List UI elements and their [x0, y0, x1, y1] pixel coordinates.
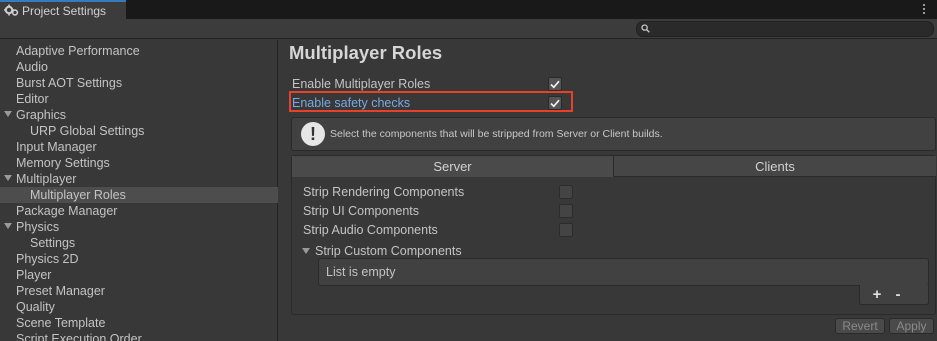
tab-title: Project Settings — [22, 3, 107, 18]
info-helpbox: ! Select the components that will be str… — [291, 117, 936, 151]
strip-custom-label[interactable]: Strip Custom Components — [315, 244, 462, 258]
list-empty-text: List is empty — [326, 265, 396, 279]
project-settings-tab[interactable]: Project Settings — [0, 0, 126, 19]
info-exclamation-icon: ! — [301, 122, 325, 146]
sidebar-item-label: URP Global Settings — [30, 124, 145, 138]
enable-multiplayer-roles-checkbox[interactable] — [548, 77, 562, 91]
expand-arrow-icon[interactable] — [4, 111, 12, 117]
sidebar-item-label: Player — [16, 268, 52, 282]
sidebar-item-script-execution-order[interactable]: Script Execution Order — [0, 331, 278, 341]
sidebar-item-input-manager[interactable]: Input Manager — [0, 139, 278, 155]
expand-arrow-icon[interactable] — [4, 175, 12, 181]
sidebar-item-label: Input Manager — [16, 140, 97, 154]
checkmark-icon — [550, 99, 560, 108]
search-icon — [641, 22, 650, 36]
add-item-button[interactable]: + — [870, 286, 884, 303]
sidebar-item-label: Package Manager — [16, 204, 118, 218]
remove-item-button[interactable]: - — [891, 286, 905, 303]
enable-safety-checks-checkbox[interactable] — [548, 96, 562, 110]
expand-arrow-icon[interactable] — [4, 223, 12, 229]
page-title: Multiplayer Roles — [289, 42, 443, 63]
revert-button[interactable]: Revert — [835, 318, 885, 334]
apply-button[interactable]: Apply — [889, 318, 934, 334]
sidebar-item-adaptive-performance[interactable]: Adaptive Performance — [0, 43, 278, 59]
sidebar-item-label: Editor — [16, 92, 49, 106]
sidebar-item-graphics[interactable]: Graphics — [0, 107, 278, 123]
more-options-icon[interactable] — [921, 1, 927, 17]
sidebar-item-label: Scene Template — [16, 316, 106, 330]
strip-ui-label: Strip UI Components — [303, 204, 420, 218]
sidebar-item-label: Settings — [30, 236, 76, 250]
sidebar-item-package-manager[interactable]: Package Manager — [0, 203, 278, 219]
sidebar-item-editor[interactable]: Editor — [0, 91, 278, 107]
settings-content: Multiplayer Roles Enable Multiplayer Rol… — [279, 40, 937, 341]
sidebar-item-label: Physics 2D — [16, 252, 79, 266]
sidebar-item-urp-global[interactable]: URP Global Settings — [0, 123, 278, 139]
sidebar-item-quality[interactable]: Quality — [0, 299, 278, 315]
enable-safety-checks-label: Enable safety checks — [292, 96, 411, 110]
sidebar-item-audio[interactable]: Audio — [0, 59, 278, 75]
sidebar-item-preset-manager[interactable]: Preset Manager — [0, 283, 278, 299]
sidebar-item-physics-2d[interactable]: Physics 2D — [0, 251, 278, 267]
sidebar-item-burst-aot[interactable]: Burst AOT Settings — [0, 75, 278, 91]
strip-components-panel: Server Clients Strip Rendering Component… — [291, 155, 936, 315]
foldout-arrow-icon[interactable] — [302, 248, 310, 254]
sidebar-item-label: Memory Settings — [16, 156, 110, 170]
enable-multiplayer-roles-label: Enable Multiplayer Roles — [292, 77, 431, 91]
window-tab-bar: Project Settings — [0, 0, 937, 19]
custom-components-list[interactable]: List is empty — [318, 258, 929, 286]
sidebar-item-label: Audio — [16, 60, 48, 74]
sidebar-item-label: Script Execution Order — [16, 332, 142, 341]
toolbar — [0, 19, 937, 39]
strip-audio-label: Strip Audio Components — [303, 223, 438, 237]
sidebar-item-player[interactable]: Player — [0, 267, 278, 283]
sidebar-item-label: Preset Manager — [16, 284, 105, 298]
search-input[interactable] — [653, 23, 923, 35]
sidebar-item-physics[interactable]: Physics — [0, 219, 278, 235]
sidebar-item-label: Multiplayer — [16, 172, 77, 186]
tab-server[interactable]: Server — [292, 156, 614, 177]
strip-rendering-label: Strip Rendering Components — [303, 185, 465, 199]
list-add-remove-bar: + - — [859, 285, 929, 305]
search-field[interactable] — [636, 21, 934, 37]
settings-sidebar: Adaptive Performance Audio Burst AOT Set… — [0, 40, 278, 341]
strip-audio-checkbox[interactable] — [559, 223, 573, 237]
sidebar-item-label: Graphics — [16, 108, 67, 122]
sidebar-item-label: Physics — [16, 220, 60, 234]
sidebar-item-label: Multiplayer Roles — [30, 188, 126, 202]
help-text: Select the components that will be strip… — [330, 128, 663, 140]
sidebar-item-label: Adaptive Performance — [16, 44, 140, 58]
sidebar-item-multiplayer[interactable]: Multiplayer — [0, 171, 278, 187]
sidebar-item-memory-settings[interactable]: Memory Settings — [0, 155, 278, 171]
gear-icon — [3, 4, 19, 18]
sidebar-item-label: Quality — [16, 300, 55, 314]
tab-clients[interactable]: Clients — [614, 156, 936, 177]
checkmark-icon — [550, 80, 560, 89]
sidebar-item-multiplayer-roles[interactable]: Multiplayer Roles — [0, 187, 278, 203]
strip-ui-checkbox[interactable] — [559, 204, 573, 218]
sidebar-item-scene-template[interactable]: Scene Template — [0, 315, 278, 331]
sidebar-item-label: Burst AOT Settings — [16, 76, 123, 90]
sidebar-item-physics-settings[interactable]: Settings — [0, 235, 278, 251]
strip-rendering-checkbox[interactable] — [559, 185, 573, 199]
